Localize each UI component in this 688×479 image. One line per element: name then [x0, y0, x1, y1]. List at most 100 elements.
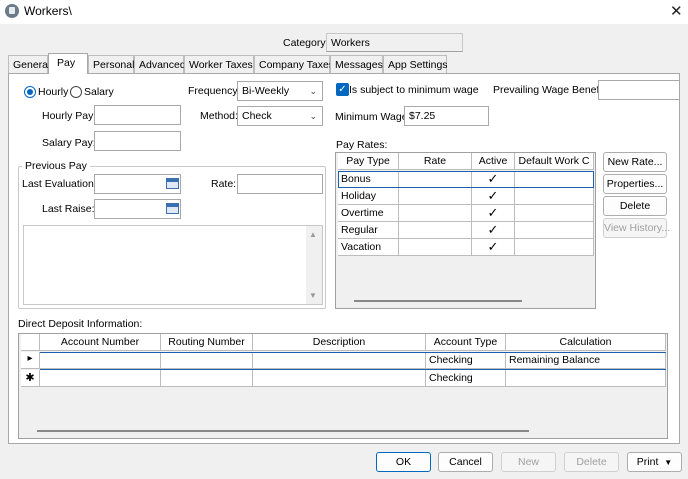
frequency-value: Bi-Weekly: [242, 85, 290, 97]
print-button[interactable]: Print ▼: [627, 452, 682, 472]
description-cell[interactable]: [253, 370, 426, 387]
tab-messages[interactable]: Messages: [330, 55, 383, 73]
account-type-cell[interactable]: Checking: [426, 352, 506, 369]
min-wage-checkbox-label: Is subject to minimum wage: [349, 84, 479, 96]
last-raise-label: Last Raise:: [42, 203, 95, 215]
account-type-cell[interactable]: Checking: [426, 370, 506, 387]
pay-rates-grid: Pay Type Rate Active Default Work C Bonu…: [335, 152, 596, 309]
dropdown-arrow-icon: ▼: [664, 458, 673, 467]
category-label: Category:: [283, 37, 329, 49]
hourly-pay-label: Hourly Pay:: [42, 110, 97, 122]
frequency-select[interactable]: Bi-Weekly ⌄: [237, 81, 323, 101]
tab-pay[interactable]: Pay: [48, 53, 88, 74]
rate-cell: [399, 205, 472, 222]
chevron-down-icon: ⌄: [309, 86, 317, 96]
new-button[interactable]: New: [501, 452, 556, 472]
tab-worker-taxes[interactable]: Worker Taxes: [184, 55, 254, 73]
tab-company-taxes[interactable]: Company Taxes: [254, 55, 334, 73]
scroll-down-icon[interactable]: ▼: [309, 291, 317, 300]
default-cell: [515, 205, 594, 222]
active-check-icon: ✓: [472, 188, 515, 205]
default-cell: [515, 239, 594, 256]
col-routing-number[interactable]: Routing Number: [161, 334, 253, 351]
pay-type-cell: Overtime: [338, 205, 399, 222]
calendar-icon[interactable]: [166, 203, 179, 214]
window-title: Workers\: [24, 4, 72, 18]
active-check-icon: ✓: [472, 171, 515, 188]
deposit-h-scrollbar[interactable]: [37, 430, 529, 432]
account-number-cell[interactable]: [40, 352, 161, 369]
calculation-cell[interactable]: [506, 370, 666, 387]
salary-pay-field[interactable]: [94, 131, 181, 151]
tab-personal[interactable]: Personal: [88, 55, 134, 73]
delete-button[interactable]: Delete: [564, 452, 619, 472]
salary-radio[interactable]: [70, 86, 82, 98]
hourly-pay-field[interactable]: [94, 105, 181, 125]
rate-field[interactable]: [237, 174, 323, 194]
routing-number-cell[interactable]: [161, 352, 253, 369]
rate-cell: [399, 239, 472, 256]
method-value: Check: [242, 110, 272, 122]
pay-rates-h-scrollbar[interactable]: [354, 300, 522, 302]
default-cell: [515, 171, 594, 188]
prevailing-wage-label: Prevailing Wage Benefit:: [493, 84, 608, 96]
pay-type-cell: Regular: [338, 222, 399, 239]
account-number-cell[interactable]: [40, 370, 161, 387]
prevailing-wage-field[interactable]: [598, 80, 680, 100]
memo-scrollbar[interactable]: ▲ ▼: [306, 226, 322, 304]
pay-rates-label: Pay Rates:: [336, 139, 388, 151]
pay-type-cell: Holiday: [338, 188, 399, 205]
category-field: Workers: [326, 33, 463, 52]
cancel-button[interactable]: Cancel: [438, 452, 493, 472]
current-row-icon: ▸: [21, 352, 40, 369]
scroll-up-icon[interactable]: ▲: [309, 230, 317, 239]
tab-advanced[interactable]: Advanced: [134, 55, 186, 73]
description-cell[interactable]: [253, 352, 426, 369]
tab-general[interactable]: General: [8, 55, 50, 73]
min-wage-checkbox[interactable]: ✓: [336, 83, 349, 96]
col-account-number[interactable]: Account Number: [40, 334, 161, 351]
routing-number-cell[interactable]: [161, 370, 253, 387]
new-row-icon: ✱: [21, 370, 40, 387]
col-default-work[interactable]: Default Work C: [515, 153, 594, 170]
default-cell: [515, 222, 594, 239]
row-indicator-header: [21, 334, 40, 351]
minimum-wage-label: Minimum Wage:: [335, 111, 411, 123]
minimum-wage-field[interactable]: $7.25: [404, 106, 489, 126]
salary-pay-label: Salary Pay:: [42, 137, 96, 149]
title-bar: [0, 0, 688, 24]
hourly-radio[interactable]: [24, 86, 36, 98]
rate-cell: [399, 222, 472, 239]
col-pay-type[interactable]: Pay Type: [338, 153, 399, 170]
last-evaluation-label: Last Evaluation:: [22, 178, 97, 190]
pay-type-cell: Vacation: [338, 239, 399, 256]
col-rate[interactable]: Rate: [399, 153, 472, 170]
direct-deposit-label: Direct Deposit Information:: [18, 318, 143, 330]
calendar-icon[interactable]: [166, 178, 179, 189]
col-active[interactable]: Active: [472, 153, 515, 170]
col-description[interactable]: Description: [253, 334, 426, 351]
pay-type-cell: Bonus: [338, 171, 399, 188]
rate-cell: [399, 188, 472, 205]
direct-deposit-grid: Account Number Routing Number Descriptio…: [18, 333, 668, 439]
ok-button[interactable]: OK: [376, 452, 431, 472]
tab-app-settings[interactable]: App Settings: [383, 55, 448, 73]
new-rate-button[interactable]: New Rate...: [603, 152, 667, 172]
col-calculation[interactable]: Calculation: [506, 334, 666, 351]
hourly-radio-label: Hourly: [38, 86, 69, 98]
close-icon[interactable]: ✕: [670, 2, 683, 20]
rate-label: Rate:: [211, 178, 237, 190]
active-check-icon: ✓: [472, 222, 515, 239]
col-account-type[interactable]: Account Type: [426, 334, 506, 351]
method-select[interactable]: Check ⌄: [237, 106, 323, 126]
active-check-icon: ✓: [472, 205, 515, 222]
view-history-button[interactable]: View History...: [603, 218, 670, 238]
properties-button[interactable]: Properties...: [603, 174, 667, 194]
notes-memo[interactable]: [23, 225, 323, 305]
active-check-icon: ✓: [472, 239, 515, 256]
print-label: Print: [636, 456, 659, 468]
delete-rate-button[interactable]: Delete: [603, 196, 667, 216]
salary-radio-label: Salary: [84, 86, 114, 98]
calculation-cell[interactable]: Remaining Balance: [506, 352, 666, 369]
frequency-label: Frequency:: [188, 85, 241, 97]
